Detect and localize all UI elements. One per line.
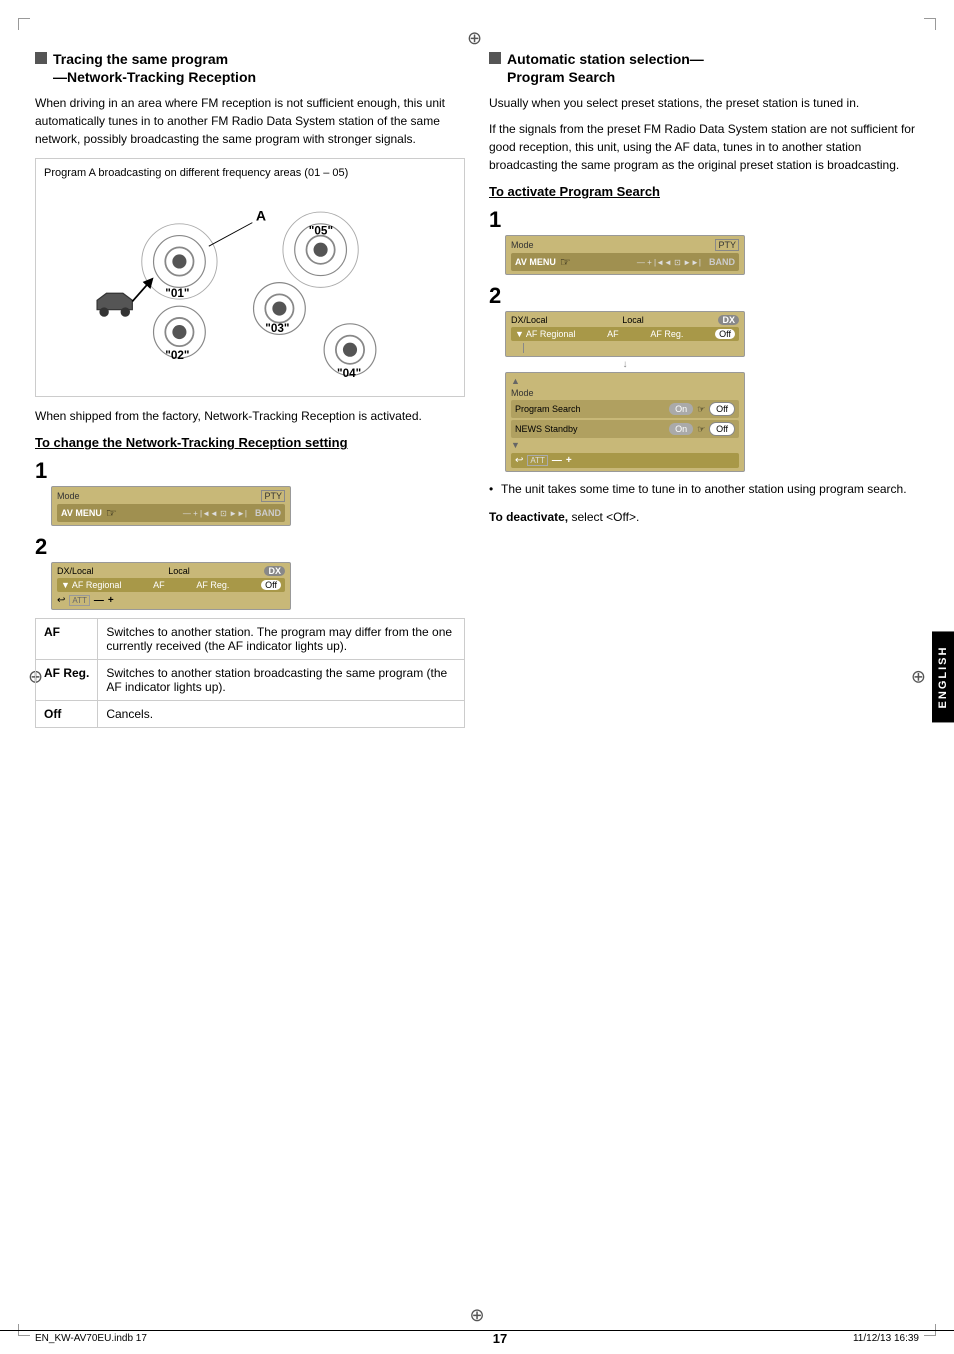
table-value-af: Switches to another station. The program…: [98, 619, 465, 660]
table-value-afreg: Switches to another station broadcasting…: [98, 660, 465, 701]
diagram-box: Program A broadcasting on different freq…: [35, 158, 465, 397]
right-intro-text2: If the signals from the preset FM Radio …: [489, 120, 919, 174]
left-panel2-af: AF: [153, 580, 165, 590]
right-panel2-afregional: ▼ AF Regional: [515, 329, 575, 339]
left-intro-text: When driving in an area where FM recepti…: [35, 94, 465, 148]
svg-text:"03": "03": [265, 322, 289, 335]
news-standby-on-btn[interactable]: On: [669, 423, 693, 435]
right-column: Automatic station selection— Program Sea…: [489, 50, 919, 728]
right-panel1-avmenu[interactable]: AV MENU: [515, 257, 556, 267]
right-title-line2: Program Search: [507, 69, 615, 85]
right-panel3-program-search: Program Search: [515, 404, 581, 414]
right-panel2-afreg: AF Reg.: [650, 329, 683, 339]
right-step1-panel: Mode PTY AV MENU ☞ — + |◄◄ ⊡ ►►| BAND: [505, 235, 919, 275]
left-section-title: Tracing the same program —Network-Tracki…: [35, 50, 465, 86]
footer-right: 11/12/13 16:39: [853, 1333, 919, 1344]
right-panel1-mode: Mode: [511, 240, 534, 250]
hand-icon-left1: ☞: [106, 506, 117, 520]
hand-icon-right1: ☞: [560, 255, 571, 269]
crosshair-top: [467, 28, 487, 48]
left-panel2-dx: DX: [264, 566, 285, 576]
svg-text:"04": "04": [337, 367, 361, 380]
left-panel2-dxlocal: DX/Local: [57, 566, 94, 576]
two-column-layout: Tracing the same program —Network-Tracki…: [35, 50, 919, 728]
table-key-af: AF: [36, 619, 98, 660]
left-panel2-afreg: AF Reg.: [196, 580, 229, 590]
right-intro-text1: Usually when you select preset stations,…: [489, 94, 919, 112]
left-step1-label: 1: [35, 458, 465, 484]
table-row-afreg: AF Reg. Switches to another station broa…: [36, 660, 465, 701]
left-step1-panel: Mode PTY AV MENU ☞ — + |◄◄ ⊡ ►►| BAND: [51, 486, 465, 526]
right-panel3-news-standby: NEWS Standby: [515, 424, 578, 434]
deactivate-text: To deactivate, select <Off>.: [489, 508, 919, 526]
right-step2-label: 2: [489, 283, 919, 309]
left-step2-label: 2: [35, 534, 465, 560]
left-title-line1: Tracing the same program: [53, 51, 228, 67]
right-title-line1: Automatic station selection—: [507, 51, 704, 67]
right-panel1-band: BAND: [709, 257, 735, 267]
program-search-bullet: The unit takes some time to tune in to a…: [489, 480, 919, 498]
right-panel1-pty: PTY: [715, 239, 739, 251]
left-column: Tracing the same program —Network-Tracki…: [35, 50, 465, 728]
program-search-on-btn[interactable]: On: [669, 403, 693, 415]
table-row-off: Off Cancels.: [36, 701, 465, 728]
footer-left: EN_KW-AV70EU.indb 17: [35, 1333, 147, 1344]
svg-text:"05": "05": [309, 225, 333, 238]
page-content: Tracing the same program —Network-Tracki…: [35, 50, 919, 1304]
left-panel2-off: Off: [261, 580, 281, 590]
af-settings-table: AF Switches to another station. The prog…: [35, 618, 465, 728]
right-title-box-icon: [489, 52, 501, 64]
right-panel2-af: AF: [607, 329, 619, 339]
news-standby-off-btn[interactable]: Off: [709, 422, 735, 436]
left-panel1-mode: Mode: [57, 491, 80, 501]
right-panel2-off: Off: [715, 329, 735, 339]
svg-text:"01": "01": [165, 287, 189, 300]
left-panel1-avmenu[interactable]: AV MENU: [61, 508, 102, 518]
right-step2-panel: DX/Local Local DX ▼ AF Regional AF AF Re…: [505, 311, 919, 472]
right-panel2-dxlocal: DX/Local: [511, 315, 548, 325]
diagram-caption: Program A broadcasting on different freq…: [44, 167, 456, 179]
table-key-afreg: AF Reg.: [36, 660, 98, 701]
crosshair-bottom: [469, 1305, 484, 1326]
table-key-off: Off: [36, 701, 98, 728]
page-footer: EN_KW-AV70EU.indb 17 17 11/12/13 16:39: [0, 1330, 954, 1346]
svg-text:"02": "02": [165, 349, 189, 362]
title-box-icon: [35, 52, 47, 64]
deactivate-action: select <Off>.: [571, 510, 639, 524]
left-panel1-pty: PTY: [261, 490, 285, 502]
english-tab: ENGLISH: [932, 632, 954, 723]
corner-mark-tl: [18, 18, 30, 30]
program-search-off-btn[interactable]: Off: [709, 402, 735, 416]
table-value-off: Cancels.: [98, 701, 465, 728]
left-step2-panel: DX/Local Local DX ▼ AF Regional AF AF Re…: [51, 562, 465, 610]
left-panel2-afregional: ▼ AF Regional: [61, 580, 121, 590]
shipped-text: When shipped from the factory, Network-T…: [35, 407, 465, 425]
right-section-title: Automatic station selection— Program Sea…: [489, 50, 919, 86]
table-row-af: AF Switches to another station. The prog…: [36, 619, 465, 660]
left-title-text: Tracing the same program —Network-Tracki…: [53, 50, 256, 86]
left-panel2-local: Local: [168, 566, 190, 576]
left-panel1-band: BAND: [255, 508, 281, 518]
page-number: 17: [493, 1331, 507, 1346]
right-panel2-local: Local: [622, 315, 644, 325]
corner-mark-tr: [924, 18, 936, 30]
right-panel2-dx: DX: [718, 315, 739, 325]
program-search-subsection-title: To activate Program Search: [489, 184, 919, 199]
network-tracking-diagram: "01" "05" "03" "02": [44, 185, 456, 385]
right-panel3-mode: Mode: [511, 388, 534, 398]
svg-text:A: A: [256, 208, 266, 224]
left-title-line2: —Network-Tracking Reception: [53, 69, 256, 85]
right-step1-label: 1: [489, 207, 919, 233]
right-title-text: Automatic station selection— Program Sea…: [507, 50, 704, 86]
deactivate-label: To deactivate,: [489, 510, 568, 524]
network-tracking-subsection-title: To change the Network-Tracking Reception…: [35, 435, 465, 450]
